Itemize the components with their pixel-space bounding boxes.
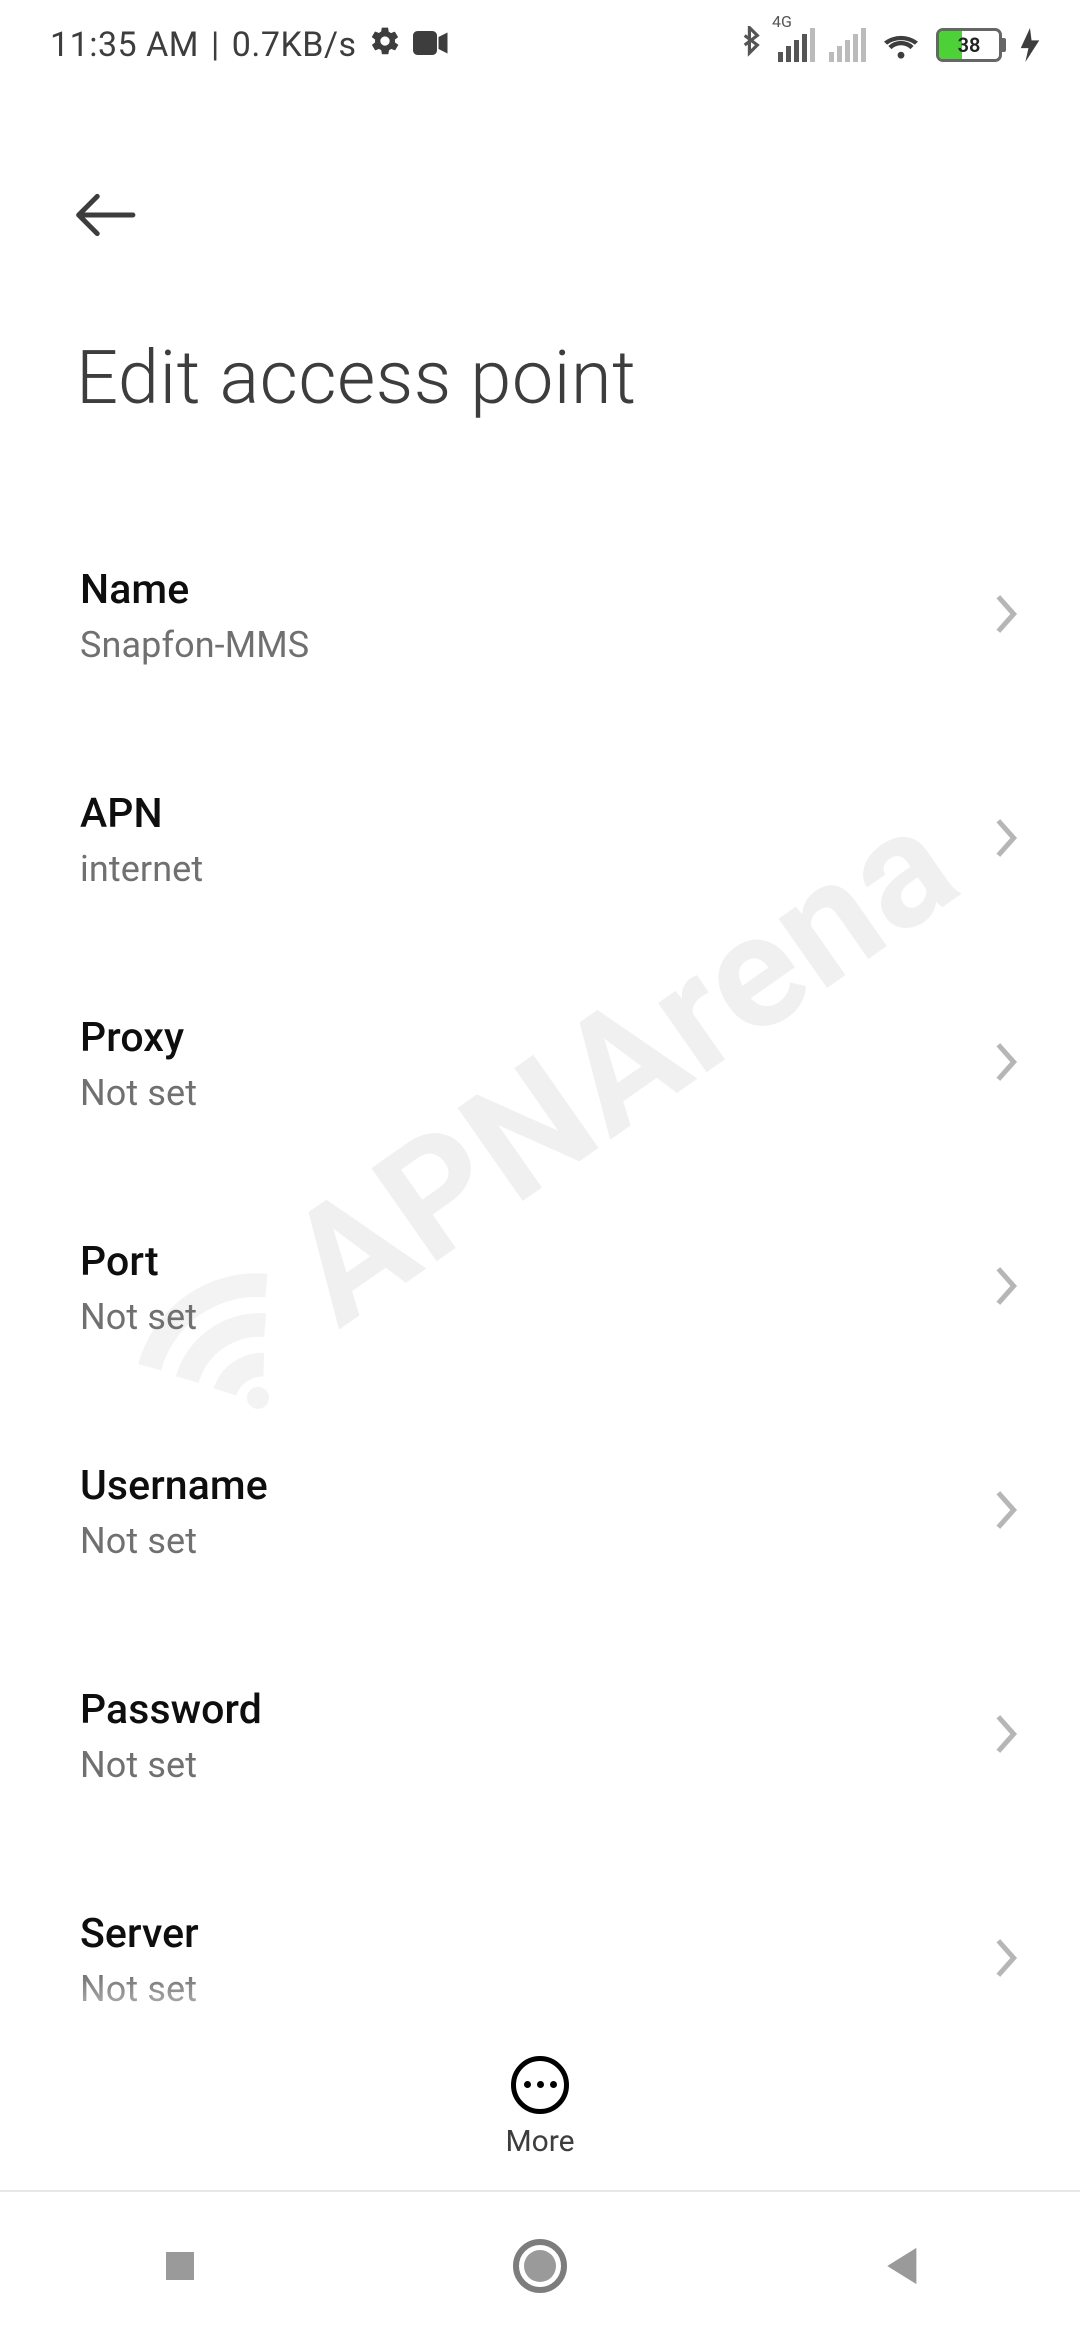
signal-4g-icon: 4G <box>778 28 815 62</box>
setting-label: APN <box>80 790 970 838</box>
setting-label: Password <box>80 1686 970 1734</box>
battery-icon: 38 <box>936 28 1006 62</box>
back-button[interactable] <box>70 180 140 250</box>
settings-list: Name Snapfon-MMS APN internet Proxy Not … <box>0 530 1080 2052</box>
setting-server[interactable]: Server Not set <box>0 1874 1080 2046</box>
setting-username[interactable]: Username Not set <box>0 1426 1080 1598</box>
signal-4g-label: 4G <box>772 12 792 31</box>
chevron-right-icon <box>992 591 1020 641</box>
status-bar: 11:35 AM | 0.7KB/s 4G <box>0 0 1080 90</box>
arrow-left-icon <box>74 193 136 237</box>
setting-value: internet <box>80 848 970 890</box>
bluetooth-icon <box>738 26 764 64</box>
more-button[interactable]: More <box>0 2042 1080 2172</box>
circle-icon <box>512 2238 568 2294</box>
setting-value: Not set <box>80 1520 970 1562</box>
page-title: Edit access point <box>76 335 636 422</box>
more-label: More <box>505 2124 574 2159</box>
status-net-rate: 0.7KB/s <box>232 25 357 65</box>
setting-value: Not set <box>80 1072 970 1114</box>
more-icon <box>511 2056 569 2114</box>
setting-label: Port <box>80 1238 970 1286</box>
status-right: 4G 38 <box>738 26 1040 64</box>
setting-port[interactable]: Port Not set <box>0 1202 1080 1374</box>
nav-back-button[interactable] <box>800 2216 1000 2316</box>
status-left: 11:35 AM | 0.7KB/s <box>50 25 449 66</box>
setting-proxy[interactable]: Proxy Not set <box>0 978 1080 1150</box>
setting-label: Proxy <box>80 1014 970 1062</box>
status-separator: | <box>211 25 220 65</box>
setting-value: Snapfon-MMS <box>80 624 970 666</box>
setting-name[interactable]: Name Snapfon-MMS <box>0 530 1080 702</box>
setting-password[interactable]: Password Not set <box>0 1650 1080 1822</box>
wifi-icon <box>880 28 922 62</box>
setting-apn[interactable]: APN internet <box>0 754 1080 926</box>
setting-value: Not set <box>80 1968 970 2010</box>
chevron-right-icon <box>992 815 1020 865</box>
chevron-right-icon <box>992 1039 1020 1089</box>
setting-label: Name <box>80 566 970 614</box>
setting-value: Not set <box>80 1296 970 1338</box>
status-time: 11:35 AM <box>50 25 199 65</box>
setting-value: Not set <box>80 1744 970 1786</box>
nav-recent-button[interactable] <box>80 2216 280 2316</box>
triangle-left-icon <box>880 2244 920 2288</box>
chevron-right-icon <box>992 1487 1020 1537</box>
chevron-right-icon <box>992 1935 1020 1985</box>
chevron-right-icon <box>992 1711 1020 1761</box>
setting-label: Username <box>80 1462 970 1510</box>
setting-label: Server <box>80 1910 970 1958</box>
system-nav-bar <box>0 2190 1080 2340</box>
charging-icon <box>1020 28 1040 62</box>
video-icon <box>413 25 449 65</box>
settings-icon <box>369 25 401 66</box>
battery-percent: 38 <box>939 31 999 59</box>
signal-nosim-icon <box>829 28 866 62</box>
chevron-right-icon <box>992 1263 1020 1313</box>
nav-home-button[interactable] <box>440 2216 640 2316</box>
square-icon <box>159 2245 201 2287</box>
